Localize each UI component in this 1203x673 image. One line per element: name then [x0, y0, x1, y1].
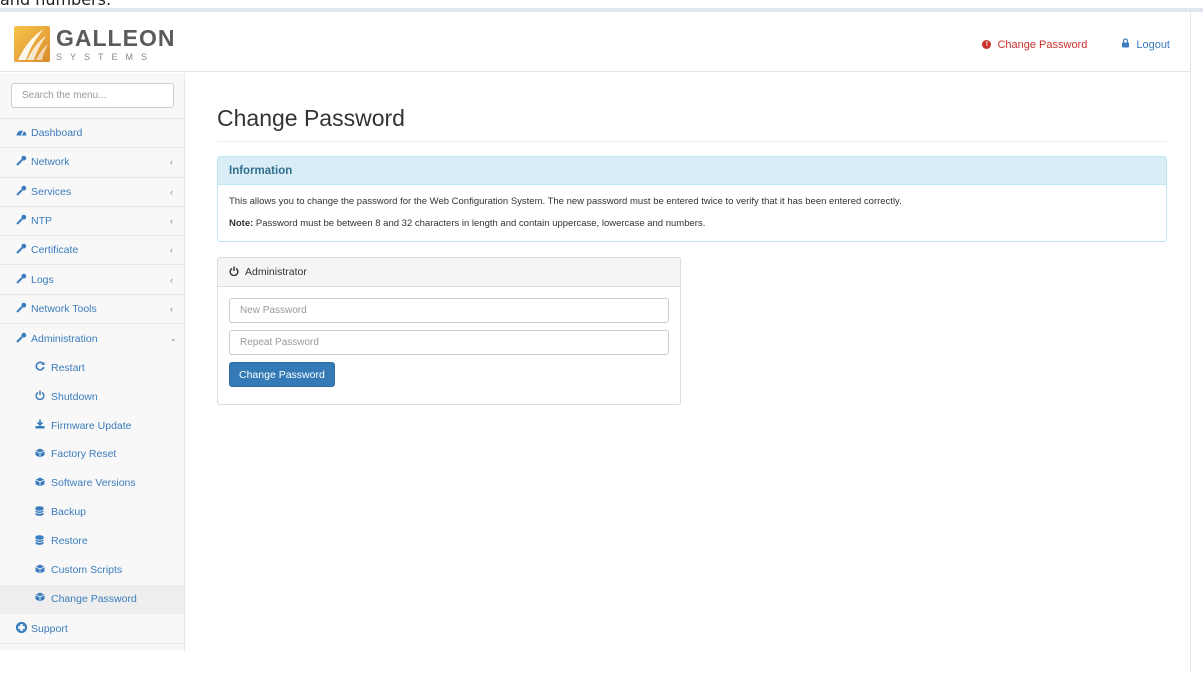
cube-icon: [33, 592, 46, 605]
chevron-left-icon: ‹: [170, 157, 173, 168]
cube-icon: [33, 477, 46, 490]
sidebar-item-restore[interactable]: Restore: [0, 527, 184, 556]
sidebar-item-dashboard[interactable]: Dashboard: [0, 119, 184, 149]
download-icon: [33, 419, 46, 432]
sidebar-item-label: Shutdown: [51, 390, 98, 403]
note-text: Password must be between 8 and 32 charac…: [253, 217, 706, 229]
sidebar-item-firmware-update[interactable]: Firmware Update: [0, 411, 184, 440]
sidebar-item-backup[interactable]: Backup: [0, 498, 184, 527]
sidebar-item-restart[interactable]: Restart: [0, 353, 184, 382]
sidebar-item-software-versions[interactable]: Software Versions: [0, 469, 184, 498]
wrench-icon: [14, 332, 28, 346]
sidebar: Dashboard Network ‹ Services ‹ NTP ‹ Cer…: [0, 73, 185, 651]
database-icon: [33, 534, 46, 548]
logo-name: GALLEON: [56, 24, 176, 51]
sidebar-item-network[interactable]: Network ‹: [0, 148, 184, 178]
new-password-input[interactable]: [229, 298, 669, 323]
sidebar-item-label: Logs: [31, 273, 54, 286]
menu-search-input[interactable]: [11, 83, 174, 108]
sidebar-item-ntp[interactable]: NTP ‹: [0, 207, 184, 237]
sidebar-item-label: NTP: [31, 215, 52, 228]
sidebar-item-label: Network: [31, 156, 70, 169]
lifebuoy-icon: [14, 621, 28, 636]
sidebar-item-certificate[interactable]: Certificate ‹: [0, 236, 184, 266]
sidebar-item-label: Support: [31, 622, 68, 635]
logo-subtitle: SYSTEMS: [56, 51, 156, 62]
main-content: Change Password Information This allows …: [217, 85, 1167, 405]
chevron-left-icon: ‹: [170, 216, 173, 227]
sidebar-item-label: Change Password: [51, 592, 137, 605]
information-text: This allows you to change the password f…: [229, 196, 902, 207]
sidebar-item-custom-scripts[interactable]: Custom Scripts: [0, 556, 184, 585]
brand-logo[interactable]: GALLEON SYSTEMS: [14, 26, 175, 62]
sidebar-item-label: Restart: [51, 361, 85, 374]
sidebar-item-label: Backup: [51, 506, 87, 519]
sidebar-item-label: Custom Scripts: [51, 564, 123, 577]
wrench-icon: [14, 185, 28, 199]
cube-icon: [33, 564, 46, 577]
wrench-icon: [14, 243, 28, 257]
logout-label: Logout: [1136, 38, 1170, 51]
chevron-left-icon: ‹: [170, 303, 173, 314]
sidebar-item-shutdown[interactable]: Shutdown: [0, 382, 184, 411]
wrench-icon: [14, 302, 28, 316]
wrench-icon: [14, 273, 28, 287]
sidebar-item-label: Factory Reset: [51, 448, 117, 461]
sidebar-item-label: Network Tools: [31, 302, 97, 315]
sidebar-item-label: Services: [31, 185, 72, 198]
sidebar-item-label: Certificate: [31, 244, 79, 257]
administration-submenu: Restart Shutdown Firmware Update Factory…: [0, 353, 184, 615]
sidebar-item-label: Restore: [51, 535, 88, 548]
information-panel: Information This allows you to change th…: [217, 156, 1167, 242]
database-icon: [33, 506, 46, 519]
sidebar-item-administration[interactable]: Administration ⌄: [0, 324, 184, 353]
wrench-icon: [14, 155, 28, 169]
dashboard-icon: [14, 127, 28, 139]
sidebar-item-logs[interactable]: Logs ‹: [0, 265, 184, 295]
chevron-left-icon: ‹: [170, 245, 173, 256]
page-title: Change Password: [217, 85, 1167, 142]
sidebar-item-factory-reset[interactable]: Factory Reset: [0, 440, 184, 469]
window-right-edge: [1190, 12, 1203, 673]
note-label: Note:: [229, 217, 254, 229]
sidebar-item-network-tools[interactable]: Network Tools ‹: [0, 295, 184, 325]
password-note: Note: Password must be between 8 and 32 …: [229, 217, 1155, 229]
cube-icon: [33, 448, 46, 461]
chevron-down-icon: ⌄: [170, 334, 177, 344]
administrator-panel-header: Administrator: [218, 258, 680, 287]
sidebar-item-label: Dashboard: [31, 127, 83, 140]
information-heading: Information: [218, 157, 1166, 185]
sidebar-item-change-password[interactable]: Change Password: [0, 584, 184, 614]
administrator-heading: Administrator: [245, 266, 307, 278]
lock-icon: [1121, 38, 1130, 51]
galleon-logo-icon: [14, 26, 50, 62]
change-password-button[interactable]: Change Password: [229, 362, 335, 387]
chevron-left-icon: ‹: [170, 186, 173, 197]
header-change-password-link[interactable]: ! Change Password: [982, 38, 1087, 51]
power-icon: [33, 390, 46, 403]
header-change-password-label: Change Password: [997, 38, 1088, 51]
exclamation-icon: !: [982, 40, 992, 49]
top-header: GALLEON SYSTEMS ! Change Password Logout: [0, 12, 1190, 72]
repeat-password-input[interactable]: [229, 330, 669, 355]
power-icon: [229, 266, 239, 279]
sidebar-item-label: Software Versions: [51, 477, 136, 490]
chevron-left-icon: ‹: [170, 274, 173, 285]
sidebar-item-label: Administration: [31, 332, 98, 345]
sidebar-item-services[interactable]: Services ‹: [0, 178, 184, 207]
wrench-icon: [14, 214, 28, 228]
logout-link[interactable]: Logout: [1121, 38, 1170, 51]
administrator-panel: Administrator Change Password: [217, 257, 681, 405]
sidebar-item-support[interactable]: Support: [0, 614, 184, 644]
restart-icon: [33, 361, 46, 374]
sidebar-item-label: Firmware Update: [51, 419, 132, 432]
top-strip: and numbers.: [0, 0, 1203, 12]
